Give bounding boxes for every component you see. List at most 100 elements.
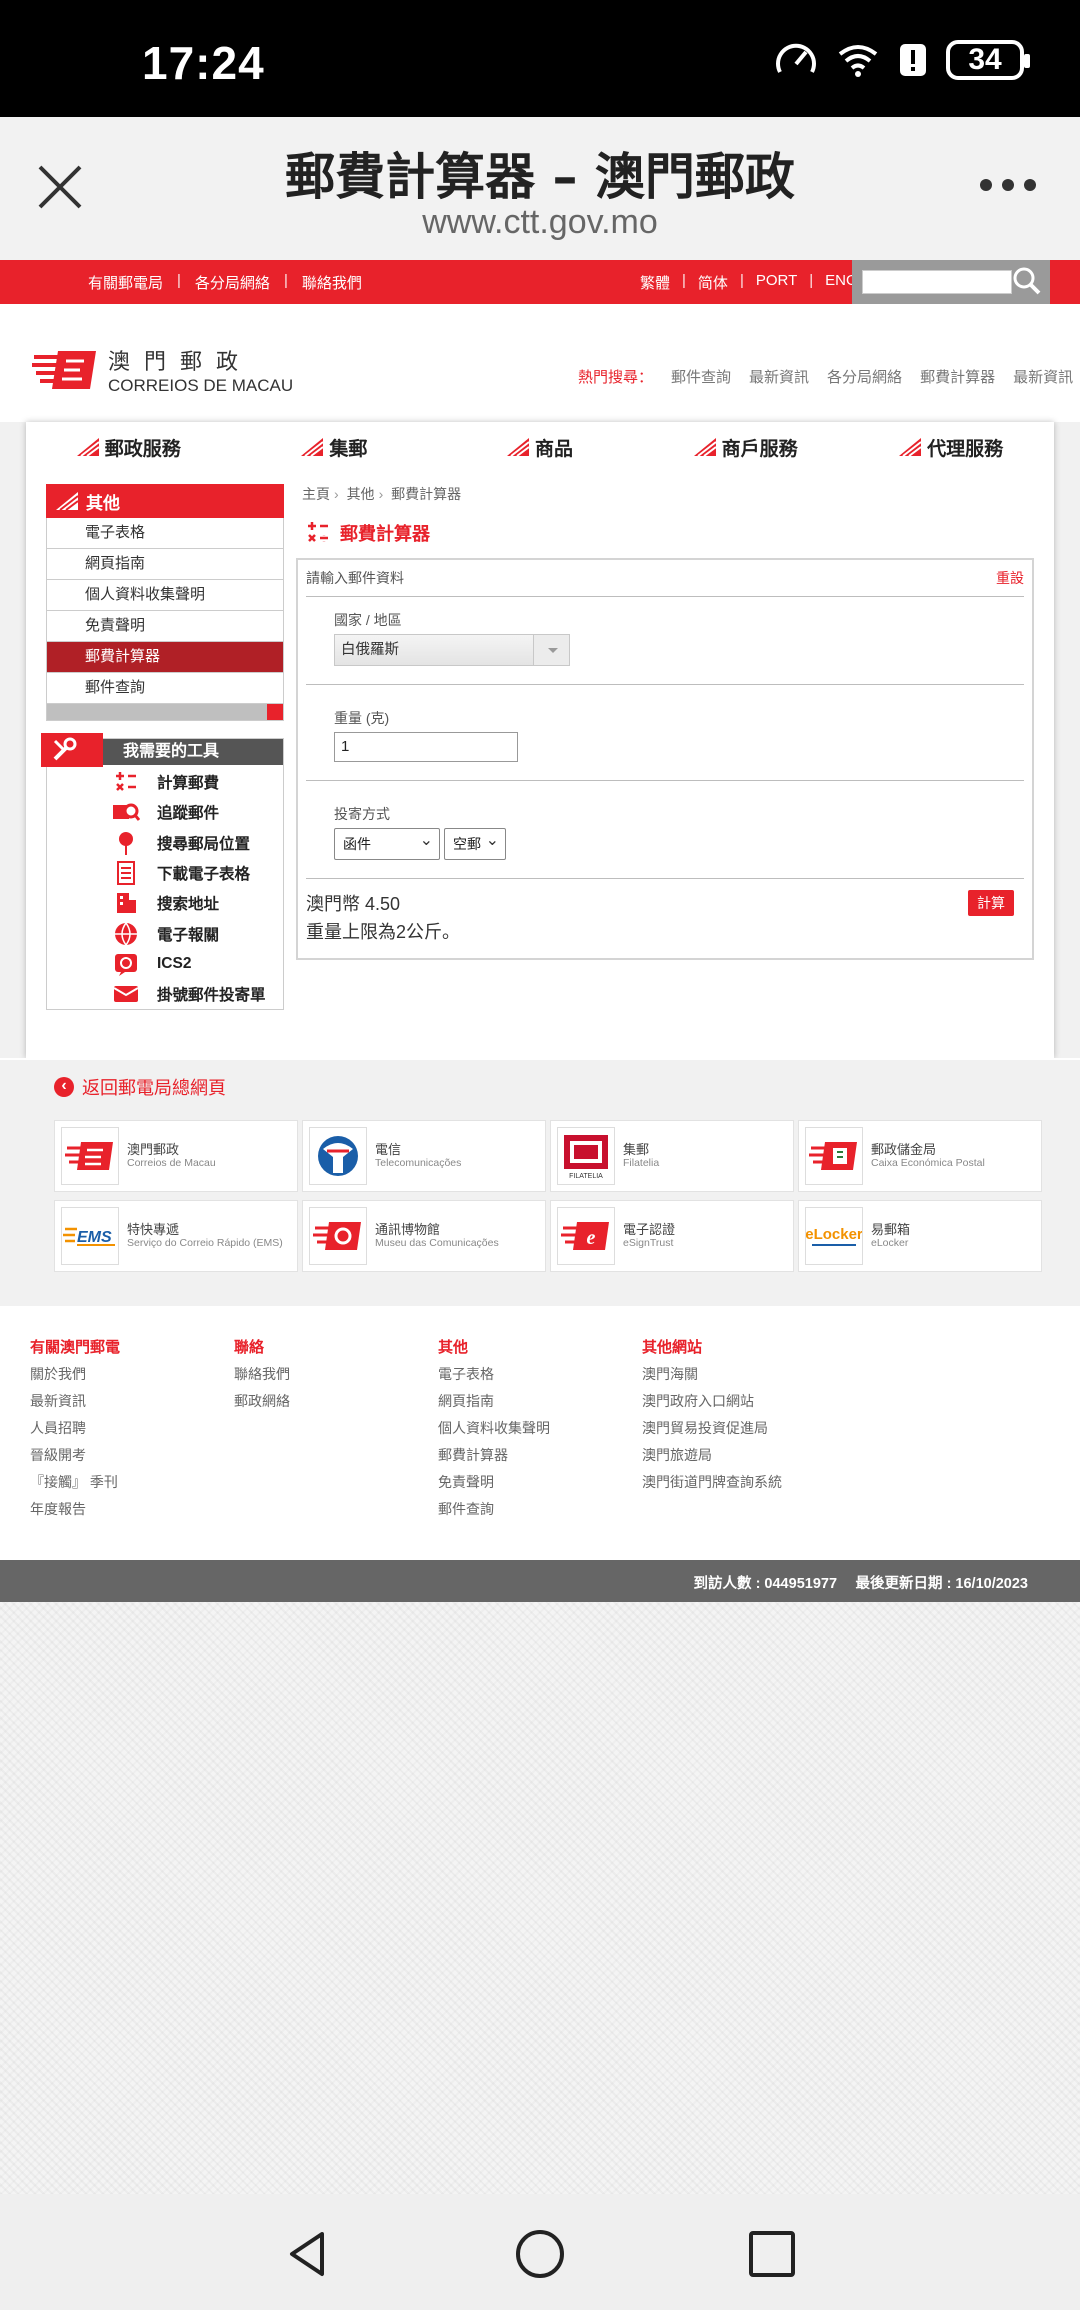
footer-link[interactable]: 晉級開考 <box>30 1442 120 1469</box>
main-nav: 郵政服務 集郵 商品 商戶服務 代理服務 <box>26 422 1054 472</box>
back-icon[interactable] <box>280 2226 336 2282</box>
divider <box>306 684 1024 685</box>
calculator-icon <box>116 772 136 792</box>
mail-mode-select[interactable]: 空郵 <box>444 826 506 860</box>
tool-registered-mail-form[interactable]: 掛號郵件投寄單 <box>47 979 283 1009</box>
tool-search-address[interactable]: 搜索地址 <box>47 888 283 918</box>
site-header: 澳門郵政 CORREIOS DE MACAU 熱門搜尋： 郵件查詢 最新資訊 各… <box>0 304 1080 422</box>
footer-link[interactable]: 關於我們 <box>30 1361 120 1388</box>
hot-search: 熱門搜尋： 郵件查詢 最新資訊 各分局網絡 郵費計算器 最新資訊 <box>578 366 1073 387</box>
footer-link[interactable]: 澳門旅遊局 <box>642 1442 782 1469</box>
breadcrumb-home[interactable]: 主頁 <box>302 486 330 502</box>
link-card-postal-savings[interactable]: 郵政儲金局 Caixa Económica Postal <box>798 1120 1042 1192</box>
search-icon[interactable] <box>1012 266 1042 296</box>
top-link[interactable]: 各分局網絡 <box>195 272 270 293</box>
tools-wrench-icon <box>53 737 77 761</box>
sidebar-item-postage-calculator[interactable]: 郵費計算器 <box>47 642 283 673</box>
chevron-down-icon <box>533 635 569 665</box>
sidebar-item-disclaimer[interactable]: 免責聲明 <box>47 611 283 642</box>
footer-col-websites: 其他網站 澳門海關 澳門政府入口網站 澳門貿易投資促進局 澳門旅遊局 澳門街道門… <box>642 1336 782 1496</box>
lang-link[interactable]: 简体 <box>698 272 728 293</box>
document-icon <box>117 861 135 886</box>
link-card-ems[interactable]: EMS 特快專遞 Serviço do Correio Rápido (EMS) <box>54 1200 298 1272</box>
result-note: 重量上限為2公斤。 <box>306 922 461 942</box>
svg-text:FILATELIA: FILATELIA <box>569 1173 603 1180</box>
link-card-philately[interactable]: FILATELIA 集郵 Filatelia <box>550 1120 794 1192</box>
hot-search-link[interactable]: 最新資訊 <box>1013 366 1073 387</box>
more-options-icon[interactable] <box>980 179 1036 191</box>
top-link[interactable]: 有關郵電局 <box>88 272 163 293</box>
breadcrumb-other[interactable]: 其他 <box>347 486 375 502</box>
tool-ics2[interactable]: ICS2 <box>47 949 283 979</box>
sidebar-item-e-forms[interactable]: 電子表格 <box>47 518 283 549</box>
footer-link[interactable]: 郵費計算器 <box>438 1442 550 1469</box>
reset-link[interactable]: 重設 <box>996 568 1024 588</box>
footer-link[interactable]: 澳門貿易投資促進局 <box>642 1415 782 1442</box>
country-select[interactable]: 白俄羅斯 <box>334 634 570 666</box>
footer-link[interactable]: 個人資料收集聲明 <box>438 1415 550 1442</box>
nav-philately[interactable]: 集郵 <box>232 422 438 472</box>
footer-link[interactable]: 免責聲明 <box>438 1469 550 1496</box>
nav-merchant-services[interactable]: 商戶服務 <box>643 422 849 472</box>
footer-link[interactable]: 『接觸』 季刊 <box>30 1469 120 1496</box>
back-to-main-site[interactable]: ‹ 返回郵電局總網頁 <box>54 1074 226 1100</box>
tool-calculate-postage[interactable]: 計算郵費 <box>47 767 283 797</box>
lang-link[interactable]: PORT <box>756 272 797 293</box>
link-card-telecom[interactable]: 電信 Telecomunicações <box>302 1120 546 1192</box>
hot-search-link[interactable]: 各分局網絡 <box>827 366 902 387</box>
stripe-flag-icon <box>56 492 78 510</box>
mail-type-select[interactable]: 函件 <box>334 826 440 860</box>
sidebar-list: 電子表格 網頁指南 個人資料收集聲明 免責聲明 郵費計算器 郵件查詢 <box>46 518 284 721</box>
tool-download-forms[interactable]: 下載電子表格 <box>47 858 283 888</box>
sidebar-item-privacy[interactable]: 個人資料收集聲明 <box>47 580 283 611</box>
hot-search-link[interactable]: 最新資訊 <box>749 366 809 387</box>
section-title: 郵費計算器 <box>296 518 1034 548</box>
link-card-elocker[interactable]: eLocker 易郵箱 eLocker <box>798 1200 1042 1272</box>
calculate-button[interactable]: 計算 <box>968 890 1014 916</box>
country-label: 國家 / 地區 <box>334 612 402 628</box>
footer-link[interactable]: 網頁指南 <box>438 1388 550 1415</box>
site-logo[interactable]: 澳門郵政 CORREIOS DE MACAU <box>32 344 293 396</box>
footer-link[interactable]: 澳門政府入口網站 <box>642 1388 782 1415</box>
home-icon[interactable] <box>512 2226 568 2282</box>
footer-link[interactable]: 澳門街道門牌查詢系統 <box>642 1469 782 1496</box>
search-input[interactable] <box>862 270 1012 294</box>
tool-find-post-office[interactable]: 搜尋郵局位置 <box>47 828 283 858</box>
speed-gauge-icon <box>776 43 816 73</box>
browser-header: 郵費計算器 – 澳門郵政 www.ctt.gov.mo <box>0 117 1080 260</box>
stripe-flag-icon <box>301 438 324 456</box>
footer-link[interactable]: 人員招聘 <box>30 1415 120 1442</box>
nav-agency-services[interactable]: 代理服務 <box>848 422 1054 472</box>
sidebar-item-web-guide[interactable]: 網頁指南 <box>47 549 283 580</box>
recents-icon[interactable] <box>744 2226 800 2282</box>
link-card-esigntrust[interactable]: e 電子認證 eSignTrust <box>550 1200 794 1272</box>
weight-input[interactable]: 1 <box>334 732 518 762</box>
nav-products[interactable]: 商品 <box>437 422 643 472</box>
sidebar-item-mail-tracking[interactable]: 郵件查詢 <box>47 673 283 704</box>
link-card-macau-post[interactable]: 澳門郵政 Correios de Macau <box>54 1120 298 1192</box>
wifi-icon <box>838 45 878 77</box>
footer-link[interactable]: 澳門海關 <box>642 1361 782 1388</box>
esigntrust-logo-icon: e <box>561 1222 609 1250</box>
footer-link[interactable]: 郵政網絡 <box>234 1388 290 1415</box>
tool-track-mail[interactable]: 追蹤郵件 <box>47 797 283 827</box>
footer-link[interactable]: 最新資訊 <box>30 1388 120 1415</box>
footer-link[interactable]: 郵件查詢 <box>438 1496 550 1523</box>
clock: 17:24 <box>142 37 265 89</box>
divider <box>306 878 1024 879</box>
tool-e-customs[interactable]: 電子報關 <box>47 918 283 948</box>
site-search <box>852 260 1050 304</box>
footer-link[interactable]: 電子表格 <box>438 1361 550 1388</box>
top-link[interactable]: 聯絡我們 <box>302 272 362 293</box>
hot-search-link[interactable]: 郵件查詢 <box>671 366 731 387</box>
footer-link[interactable]: 年度報告 <box>30 1496 120 1523</box>
lang-link[interactable]: 繁體 <box>640 272 670 293</box>
visitor-status-strip: 到訪人數 : 044951977 最後更新日期 : 16/10/2023 <box>0 1560 1080 1602</box>
link-card-communications-museum[interactable]: 通訊博物館 Museu das Comunicações <box>302 1200 546 1272</box>
nav-postal-services[interactable]: 郵政服務 <box>26 422 232 472</box>
hot-search-link[interactable]: 郵費計算器 <box>920 366 995 387</box>
alert-icon <box>900 44 926 76</box>
weight-label: 重量 (克) <box>334 710 390 726</box>
postage-form: 請輸入郵件資料 重設 國家 / 地區 白俄羅斯 重量 (克) 1 投寄方式 函件… <box>296 558 1034 960</box>
footer-link[interactable]: 聯絡我們 <box>234 1361 290 1388</box>
